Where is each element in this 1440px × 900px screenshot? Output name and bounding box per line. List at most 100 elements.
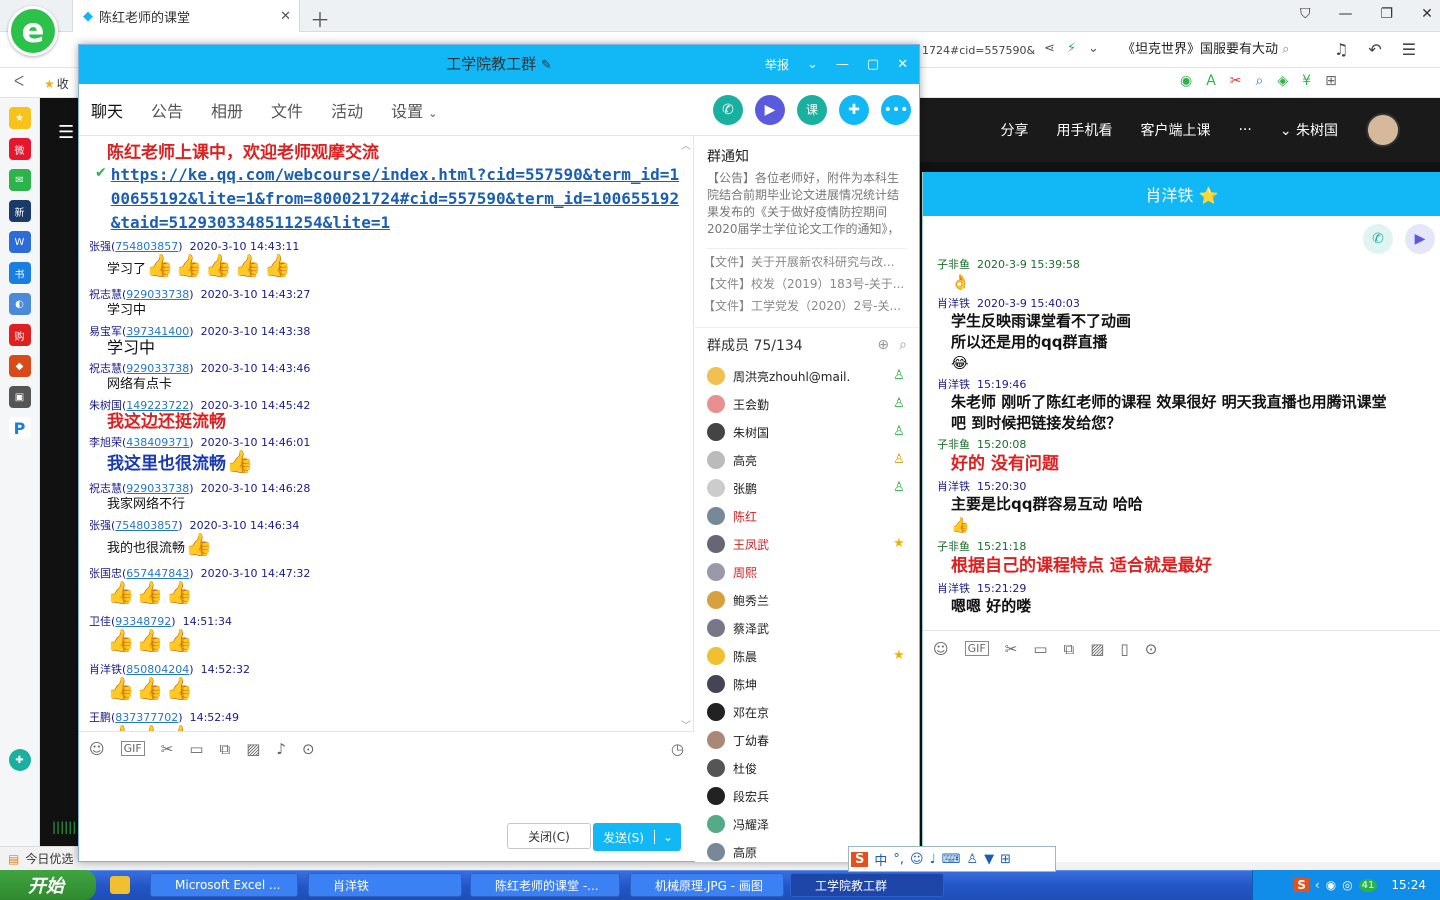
new-tab-button[interactable]: ＋ xyxy=(310,4,330,33)
browser-logo-icon[interactable]: e xyxy=(8,6,58,56)
scissors-icon[interactable]: ✂ xyxy=(1230,73,1242,89)
headphones-icon[interactable]: ♫ xyxy=(1334,40,1348,59)
plus-circle-icon[interactable]: ✚ xyxy=(8,749,31,771)
sender-name[interactable]: 卫佳 xyxy=(89,615,111,628)
close-button[interactable]: 关闭(C) xyxy=(507,823,591,849)
game2-icon[interactable]: ◆ xyxy=(8,355,31,377)
screenshot-icon[interactable]: ⧉ xyxy=(1064,640,1075,658)
shop-icon[interactable]: 购 xyxy=(8,324,31,346)
minimize-icon[interactable]: — xyxy=(836,57,849,72)
game3-icon[interactable]: ▣ xyxy=(8,386,31,408)
phone-call-button[interactable]: ✆ xyxy=(1363,224,1393,254)
taskbar-item-private-chat[interactable]: 肖洋铁 xyxy=(308,873,462,897)
sender-qq[interactable]: 397341400 xyxy=(126,325,189,338)
chevron-down-icon[interactable]: ⌄ xyxy=(1088,41,1099,56)
sender-name[interactable]: 王鹏 xyxy=(89,711,111,724)
member-item[interactable]: 高亮 ♙ xyxy=(695,446,919,474)
image-icon[interactable]: ▨ xyxy=(246,740,260,758)
taskbar-item-paint[interactable]: 机械原理.JPG - 画图 xyxy=(630,873,784,897)
sender-name[interactable]: 祝志慧 xyxy=(89,482,122,495)
sender-name[interactable]: 肖洋铁 xyxy=(937,582,970,595)
chat-message-list[interactable]: 陈红老师上课中，欢迎老师观摩交流 ✔ https://ke.qq.com/web… xyxy=(79,136,694,731)
scroll-up-icon[interactable]: ︿ xyxy=(681,137,691,152)
member-item[interactable]: 邓在京 xyxy=(695,698,919,726)
user-icon[interactable]: ♙ xyxy=(967,852,979,867)
ime-mode[interactable]: 中 xyxy=(874,850,887,869)
scroll-down-icon[interactable]: ﹀ xyxy=(681,717,691,732)
sender-name[interactable]: 肖洋铁 xyxy=(937,297,970,310)
gif-icon[interactable]: GIF xyxy=(964,641,989,656)
network-icon[interactable]: ◉ xyxy=(1326,878,1336,892)
sender-qq[interactable]: 149223722 xyxy=(126,399,189,412)
money-icon[interactable]: ¥ xyxy=(1302,73,1311,89)
taskbar-item-excel[interactable]: Microsoft Excel ... xyxy=(150,873,298,897)
emoji-icon[interactable]: ☺ xyxy=(933,640,949,658)
bottom-left-text[interactable]: 今日优选 xyxy=(25,850,73,867)
sender-name[interactable]: 张强 xyxy=(89,519,111,532)
close-window-icon[interactable]: ✕ xyxy=(1421,6,1433,22)
sender-name[interactable]: 李旭荣 xyxy=(89,436,122,449)
word-icon[interactable]: W xyxy=(8,231,31,253)
sender-qq[interactable]: 929033738 xyxy=(126,482,189,495)
report-link[interactable]: 举报 xyxy=(765,56,789,73)
bell-icon[interactable]: ♪ xyxy=(276,740,286,758)
sender-qq[interactable]: 850804204 xyxy=(126,663,189,676)
member-settings-icon[interactable]: ⊕ xyxy=(877,337,889,353)
tab-activity[interactable]: 活动 xyxy=(331,98,363,122)
more-circle-icon[interactable]: ⊙ xyxy=(1145,640,1158,658)
more-circle-icon[interactable]: ⊙ xyxy=(302,740,315,758)
member-item[interactable]: 陈红 xyxy=(695,502,919,530)
search-ext-icon[interactable]: ⌕ xyxy=(1256,73,1264,89)
sender-name[interactable]: 朱树国 xyxy=(89,399,122,412)
emoji-icon[interactable]: ☺ xyxy=(89,740,105,758)
url-tail[interactable]: 1724#cid=557590& xyxy=(922,44,1035,57)
notice-text[interactable]: 【公告】各位老师好，附件为本科生院结合前期毕业论文进展情况统计结果发布的《关于做… xyxy=(695,170,919,238)
member-item[interactable]: 王会勤 ♙ xyxy=(695,390,919,418)
sender-name[interactable]: 肖洋铁 xyxy=(937,480,970,493)
restore-icon[interactable]: ❐ xyxy=(1381,6,1394,22)
browser-tab[interactable]: ◆ 陈红老师的课堂 ✕ xyxy=(72,0,300,32)
private-message-list[interactable]: 子非鱼 2020-3-9 15:39:58 👌 肖洋铁 2020-3-9 15:40… xyxy=(923,254,1440,626)
mail-icon[interactable]: ✉ xyxy=(8,169,31,191)
sidebar-toggle-icon[interactable]: ᐸ xyxy=(14,74,24,90)
share-icon[interactable]: ⋖ xyxy=(1044,41,1055,56)
top-link-more[interactable]: ··· xyxy=(1238,122,1251,138)
start-button[interactable]: 开始 xyxy=(0,870,96,900)
member-item[interactable]: 周洪亮zhouhl@mail. ♙ xyxy=(695,362,919,390)
member-item[interactable]: 周熙 xyxy=(695,558,919,586)
sender-qq[interactable]: 837377702 xyxy=(115,711,178,724)
shake-icon[interactable]: ▯ xyxy=(1120,640,1128,658)
search-icon[interactable]: ⌕ xyxy=(1282,42,1289,57)
skin-icon[interactable]: ▼ xyxy=(984,852,994,867)
tab-album[interactable]: 相册 xyxy=(211,98,243,122)
file-item[interactable]: 【文件】关于开展新农科研究与改... xyxy=(703,251,919,273)
member-item[interactable]: 朱树国 ♙ xyxy=(695,418,919,446)
phone-call-button[interactable]: ✆ xyxy=(713,94,743,125)
taskbar-item-group-chat[interactable]: 工学院教工群 xyxy=(790,873,944,897)
file-item[interactable]: 【文件】校发（2019）183号-关于... xyxy=(703,273,919,295)
history-icon[interactable]: ◷ xyxy=(671,740,684,758)
news-icon[interactable]: 新 xyxy=(8,200,31,222)
scissors-icon[interactable]: ✂ xyxy=(161,740,174,758)
sender-qq[interactable]: 657447843 xyxy=(126,567,189,580)
private-message-input[interactable] xyxy=(923,666,1440,856)
top-link-mobile[interactable]: 用手机看 xyxy=(1056,120,1112,140)
sender-qq[interactable]: 754803857 xyxy=(115,240,178,253)
chevron-down-icon[interactable]: ⌄ xyxy=(807,57,818,72)
sender-qq[interactable]: 93348792 xyxy=(115,615,171,628)
favorites-icon[interactable]: ★ xyxy=(8,107,31,129)
close-icon[interactable]: ✕ xyxy=(897,57,908,72)
emoji-icon[interactable]: ☺ xyxy=(910,852,924,867)
sender-qq[interactable]: 929033738 xyxy=(126,362,189,375)
search-box[interactable]: 《坦克世界》国服要有大动 ⌕ xyxy=(1122,38,1312,62)
sender-name[interactable]: 张国忠 xyxy=(89,567,122,580)
pin-icon[interactable]: ⛉ xyxy=(1300,6,1311,22)
member-item[interactable]: 陈晨 ★ xyxy=(695,642,919,670)
sogou-tray-icon[interactable]: S xyxy=(1294,878,1309,892)
member-item[interactable]: 陈坤 xyxy=(695,670,919,698)
sender-name[interactable]: 祝志慧 xyxy=(89,362,122,375)
scissors-icon[interactable]: ✂ xyxy=(1005,640,1018,658)
video-call-button[interactable]: ▶ xyxy=(1405,224,1435,254)
minimize-icon[interactable]: — xyxy=(1339,6,1353,22)
sender-name[interactable]: 易宝军 xyxy=(89,325,122,338)
